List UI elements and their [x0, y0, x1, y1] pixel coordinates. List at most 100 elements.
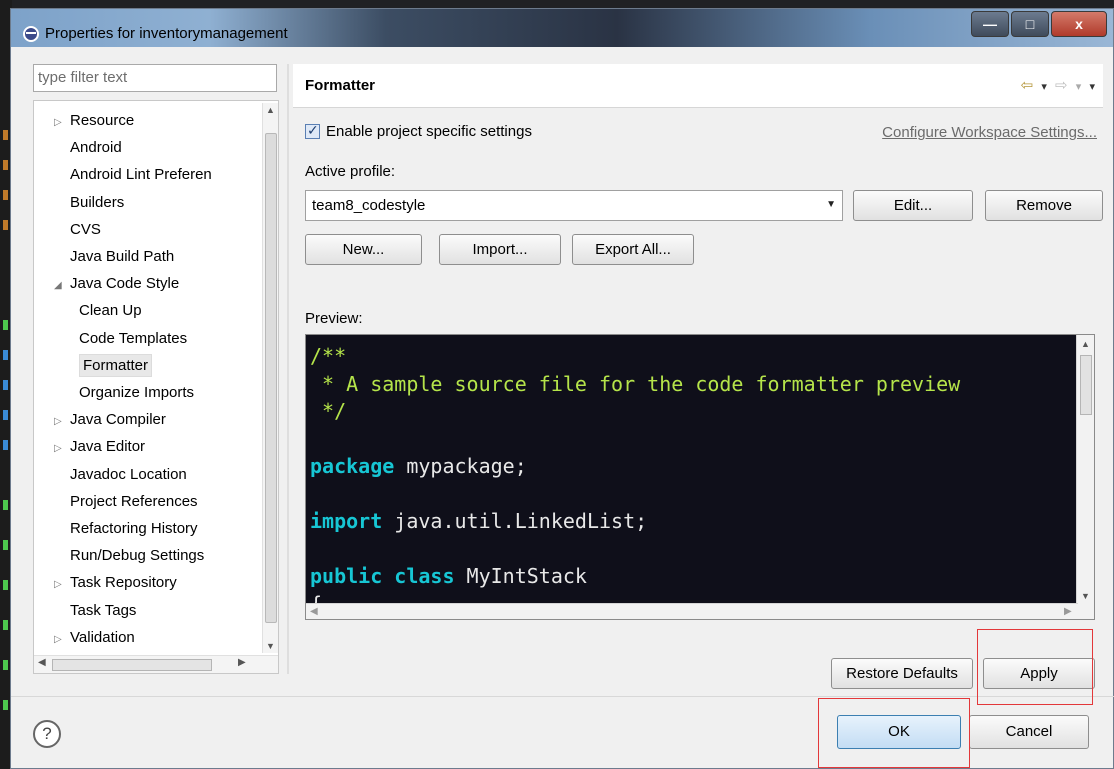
tree-vertical-scrollbar[interactable]: ▲ ▼ — [262, 103, 278, 653]
tree-item[interactable]: Formatter — [79, 352, 153, 379]
tree-item[interactable]: Code Templates — [79, 325, 187, 352]
ok-highlight-box — [818, 698, 970, 768]
tree-item[interactable]: ▷ Resource — [54, 107, 134, 134]
forward-dropdown-icon[interactable]: ▾ — [1076, 81, 1084, 93]
scroll-down-icon[interactable]: ▼ — [266, 641, 275, 651]
import-button[interactable]: Import... — [439, 234, 561, 265]
tree-item-label: Code Templates — [79, 329, 188, 347]
tree-item-label: Android — [70, 139, 122, 157]
scroll-right-icon[interactable]: ▶ — [1064, 606, 1072, 617]
footer-separator — [11, 696, 1114, 697]
scroll-thumb[interactable] — [265, 133, 277, 623]
active-profile-label: Active profile: — [305, 163, 396, 180]
package-keyword: package — [310, 454, 395, 478]
tree-item-label: Java Build Path — [70, 248, 175, 265]
tree-item-label: Builders — [70, 193, 125, 211]
maximize-button[interactable]: □ — [1011, 11, 1049, 37]
chevron-down-icon[interactable]: ▼ — [826, 199, 836, 210]
view-menu-icon[interactable]: ▾ — [1089, 81, 1097, 93]
properties-dialog: Properties for inventorymanagement — □ x… — [10, 8, 1114, 769]
class-name: MyIntStack — [454, 564, 587, 588]
scroll-right-icon[interactable]: ▶ — [238, 657, 246, 668]
tree-item-label: Java Compiler — [70, 411, 166, 429]
tree-horizontal-scrollbar[interactable]: ◀ ▶ — [34, 655, 278, 673]
filter-input[interactable]: type filter text — [33, 64, 277, 92]
expand-arrow-icon[interactable]: ▷ — [54, 571, 70, 598]
collapse-arrow-icon[interactable]: ◢ — [54, 272, 70, 299]
tree-item-label: Project References — [70, 492, 198, 510]
comment-line: /** — [310, 344, 347, 368]
window-title: Properties for inventorymanagement — [45, 25, 288, 42]
tree-item[interactable]: CVS — [54, 216, 101, 243]
tree-item-label: Clean Up — [79, 302, 142, 320]
enable-project-settings[interactable]: Enable project specific settings — [305, 122, 532, 140]
tree-item[interactable]: ▷ Java Editor — [54, 433, 145, 460]
tree-item[interactable]: Organize Imports — [79, 379, 194, 406]
public-class-keyword: public class — [310, 564, 455, 588]
tree-item-label: Formatter — [79, 353, 153, 377]
tree-item-label: Task Tags — [70, 601, 137, 619]
tree-item[interactable]: ▷ Java Compiler — [54, 406, 166, 433]
tree-item[interactable]: Refactoring History — [54, 515, 198, 542]
cancel-button[interactable]: Cancel — [969, 715, 1089, 749]
tree-item[interactable]: Javadoc Location — [54, 461, 187, 488]
scroll-down-icon[interactable]: ▼ — [1081, 591, 1090, 601]
page-header: Formatter ⇦ ▾ ⇨ ▾ ▾ — [293, 64, 1103, 108]
tree-item[interactable]: ◢ Java Code Style — [54, 270, 179, 297]
expand-arrow-icon[interactable]: ▷ — [54, 626, 70, 653]
edit-button[interactable]: Edit... — [853, 190, 973, 221]
panel-splitter[interactable] — [287, 64, 289, 674]
remove-button[interactable]: Remove — [985, 190, 1103, 221]
tree-item[interactable]: Run/Debug Settings — [54, 542, 204, 569]
scroll-up-icon[interactable]: ▲ — [1081, 339, 1090, 349]
active-profile-select[interactable]: team8_codestyle ▼ — [305, 190, 843, 221]
minimize-button[interactable]: — — [971, 11, 1009, 37]
title-bar[interactable]: Properties for inventorymanagement — □ x — [11, 9, 1113, 47]
tree-item[interactable]: Android — [54, 134, 122, 161]
tree-item-label: Android Lint Preferen — [70, 166, 212, 184]
expand-arrow-icon[interactable]: ▷ — [54, 109, 70, 136]
tree-item-label: Javadoc Location — [70, 465, 187, 483]
tree-item-label: CVS — [70, 220, 101, 238]
window-controls: — □ x — [969, 11, 1107, 37]
preview-horizontal-scrollbar[interactable]: ◀ ▶ — [306, 603, 1078, 619]
tree-item[interactable]: ▷ Task Repository — [54, 569, 177, 596]
preview-scroll-thumb[interactable] — [1080, 355, 1092, 415]
tree-item[interactable]: Clean Up — [79, 297, 142, 324]
preview-label: Preview: — [305, 310, 363, 327]
preview-vertical-scrollbar[interactable]: ▲ ▼ — [1076, 335, 1094, 619]
tree-item[interactable]: Android Lint Preferen — [54, 161, 212, 188]
import-keyword: import — [310, 509, 383, 533]
eclipse-icon — [23, 26, 39, 42]
new-button[interactable]: New... — [305, 234, 422, 265]
tree-item[interactable]: Project References — [54, 488, 198, 515]
expand-arrow-icon[interactable]: ▷ — [54, 435, 70, 462]
scroll-left-icon[interactable]: ◀ — [310, 606, 318, 617]
back-arrow-icon[interactable]: ⇦ — [1021, 77, 1036, 94]
history-nav: ⇦ ▾ ⇨ ▾ ▾ — [1021, 76, 1097, 94]
page-title: Formatter — [305, 77, 376, 94]
comment-line: * A sample source file for the code form… — [310, 371, 961, 396]
hscroll-thumb[interactable] — [52, 659, 212, 671]
enable-project-settings-checkbox[interactable] — [305, 122, 320, 139]
export-all-button[interactable]: Export All... — [572, 234, 694, 265]
close-button[interactable]: x — [1051, 11, 1107, 37]
scroll-up-icon[interactable]: ▲ — [266, 105, 275, 115]
tree-item[interactable]: Builders — [54, 189, 124, 216]
tree-item[interactable]: ▷ Validation — [54, 624, 135, 651]
back-dropdown-icon[interactable]: ▾ — [1041, 81, 1049, 93]
package-name: mypackage; — [394, 454, 527, 478]
tree-item-label: Java Code Style — [70, 275, 180, 293]
forward-arrow-icon[interactable]: ⇨ — [1055, 77, 1070, 94]
restore-defaults-button[interactable]: Restore Defaults — [831, 658, 973, 689]
enable-project-settings-label: Enable project specific settings — [326, 123, 532, 140]
tree-item[interactable]: Java Build Path — [54, 243, 174, 270]
tree-item-label: Organize Imports — [79, 384, 195, 401]
property-tree: ▷ Resource Android Android Lint Preferen Bui… — [33, 100, 279, 674]
scroll-left-icon[interactable]: ◀ — [38, 657, 46, 668]
tree-item[interactable]: Task Tags — [54, 597, 136, 624]
expand-arrow-icon[interactable]: ▷ — [54, 408, 70, 435]
configure-workspace-link[interactable]: Configure Workspace Settings... — [882, 124, 1097, 141]
help-icon[interactable]: ? — [33, 720, 61, 748]
import-name: java.util.LinkedList; — [382, 509, 648, 533]
